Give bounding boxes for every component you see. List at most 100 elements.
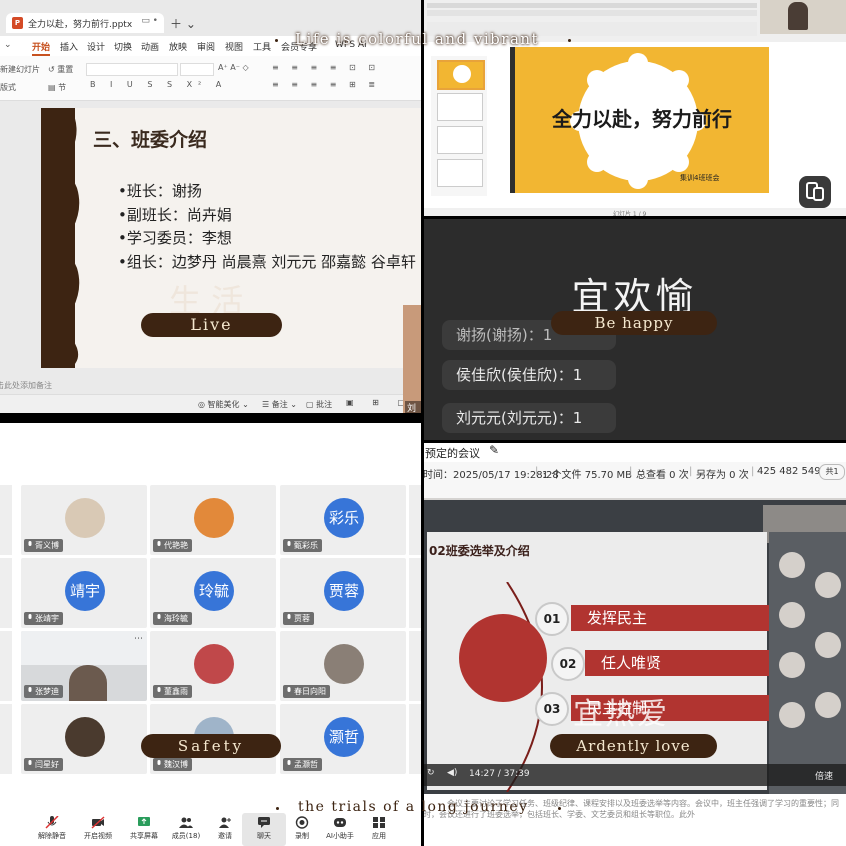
ai-assistant-icon bbox=[334, 818, 346, 827]
align-format-icons[interactable]: ≡ ≡ ≡ ≡ ⊞ ≣ bbox=[272, 80, 380, 89]
participant-tile[interactable]: 彩乐 甄彩乐 bbox=[280, 485, 406, 555]
participant-label: 张梦迪 bbox=[24, 685, 63, 698]
meeting-window: 胥义博 代艳艳 彩乐 甄彩乐 靖宇 张靖宇 玲毓 海玲毓 贾蓉 贾蓉 ⋯ 张梦迪 bbox=[0, 423, 423, 846]
toolbar-label: AI小助手 bbox=[326, 832, 354, 840]
menu-home[interactable]: 开始 bbox=[32, 40, 51, 56]
slide-item-text: 任人唯贤 bbox=[601, 654, 662, 672]
recording-id: 425 482 549 bbox=[757, 466, 821, 477]
collage-footer: the trials of a long journey bbox=[298, 799, 529, 815]
tile-edge bbox=[409, 631, 421, 701]
person-silhouette bbox=[69, 665, 107, 701]
unmute-button[interactable]: 解除静音 bbox=[30, 813, 74, 846]
menu-animation[interactable]: 动画 bbox=[141, 40, 159, 53]
speed-button[interactable]: 倍速 bbox=[815, 769, 833, 782]
list-format-icons[interactable]: ≡ ≡ ≡ ≡ ⊡ ⊡ bbox=[272, 63, 380, 72]
avatar: 玲毓 bbox=[194, 571, 234, 611]
recording-views: 总查看 0 次 bbox=[636, 470, 689, 481]
tile-edge bbox=[0, 558, 12, 628]
thumbnail-slide-1[interactable] bbox=[437, 60, 485, 90]
participant-grid: 胥义博 代艳艳 彩乐 甄彩乐 靖宇 张靖宇 玲毓 海玲毓 贾蓉 贾蓉 ⋯ 张梦迪 bbox=[0, 485, 423, 775]
menu-slideshow[interactable]: 放映 bbox=[169, 40, 187, 53]
members-button[interactable]: 成员(18) bbox=[164, 813, 208, 846]
slide-wave-edge bbox=[71, 108, 80, 368]
collage-divider bbox=[423, 440, 846, 443]
playback-time: 14:27 / 37:39 bbox=[469, 769, 530, 779]
participant-name: 魏汉博 bbox=[164, 760, 188, 769]
participant-label: 春日向阳 bbox=[283, 685, 330, 698]
tile-edge bbox=[0, 704, 12, 774]
comments-button[interactable]: ▢ 批注 bbox=[306, 399, 332, 410]
thumbnail-slide-4[interactable] bbox=[437, 159, 483, 187]
section-label: 节 bbox=[58, 83, 67, 92]
toolbar-label: 邀请 bbox=[218, 832, 232, 840]
participant-tile[interactable]: 董鑫雨 bbox=[150, 631, 276, 701]
participant-tile[interactable]: 贾蓉 贾蓉 bbox=[280, 558, 406, 628]
more-options-icon[interactable]: ⋯ bbox=[134, 634, 143, 644]
new-slide-button[interactable]: 新建幻灯片 bbox=[0, 64, 40, 75]
participant-tile[interactable]: 玲毓 海玲毓 bbox=[150, 558, 276, 628]
be-happy-pill: Be happy bbox=[551, 311, 717, 335]
tile-edge bbox=[409, 558, 421, 628]
notes-button[interactable]: ☰ 备注 ⌄ bbox=[262, 399, 297, 410]
font-name-select[interactable] bbox=[86, 63, 178, 76]
mic-muted-icon bbox=[157, 541, 161, 546]
share-screen-button[interactable]: 共享屏幕 bbox=[122, 813, 166, 846]
notes-placeholder[interactable]: 单击此处添加备注 bbox=[0, 380, 400, 394]
tile-edge bbox=[409, 704, 421, 774]
tab-close-icon[interactable]: ▭ • bbox=[141, 16, 158, 26]
participant-label: 甄彩乐 bbox=[283, 539, 322, 552]
participant-sidebar bbox=[769, 532, 846, 794]
wps-slide[interactable]: 全力以赴，努力前行 集训4班班会 bbox=[510, 47, 769, 193]
reset-label: 重置 bbox=[57, 65, 74, 74]
font-size-select[interactable] bbox=[180, 63, 214, 76]
menu-view[interactable]: 视图 bbox=[225, 40, 243, 53]
mic-muted-icon bbox=[287, 614, 291, 619]
toolbar-label: 录制 bbox=[295, 832, 309, 840]
new-tab-icon[interactable]: ＋ ⌄ bbox=[170, 15, 196, 32]
menu-insert[interactable]: 插入 bbox=[60, 40, 78, 53]
tile-edge bbox=[0, 631, 12, 701]
layout-button[interactable]: 版式 bbox=[0, 82, 16, 93]
floating-tool-button[interactable] bbox=[799, 176, 831, 208]
menu-review[interactable]: 审阅 bbox=[197, 40, 215, 53]
participant-tile[interactable]: 靖宇 张靖宇 bbox=[21, 558, 147, 628]
toolbar-label: 成员(18) bbox=[171, 832, 201, 840]
participant-tile[interactable]: 灏哲 孟灏哲 bbox=[280, 704, 406, 774]
ai-assistant-button[interactable]: AI小助手 bbox=[318, 813, 362, 846]
menu-tools[interactable]: 工具 bbox=[253, 40, 271, 53]
edit-icon[interactable]: ✎ bbox=[489, 443, 499, 457]
start-video-button[interactable]: 开启视频 bbox=[76, 813, 120, 846]
replay-icon[interactable]: ↻ bbox=[427, 768, 435, 778]
menu-transition[interactable]: 切换 bbox=[114, 40, 132, 53]
slide[interactable]: 三、班委介绍 生 活 •班长：谢扬 •副班长：尚卉娟 •学习委员：李想 •组长：… bbox=[41, 108, 423, 368]
participant-video-edge bbox=[403, 305, 423, 413]
chat-icon bbox=[258, 817, 270, 828]
volume-icon[interactable]: ◀) bbox=[447, 768, 457, 778]
apps-button[interactable]: 应用 bbox=[357, 813, 401, 846]
participant-label: 代艳艳 bbox=[153, 539, 192, 552]
participant-name: 贾蓉 bbox=[294, 614, 310, 623]
slide-thumbnails bbox=[431, 56, 487, 196]
participant-tile[interactable]: 闫星好 bbox=[21, 704, 147, 774]
participant-tile[interactable]: 代艳艳 bbox=[150, 485, 276, 555]
message-panel: 谢扬(谢扬)：1 侯佳欣(侯佳欣)：1 刘元元(刘元元)：1 宜欢愉 Be ha… bbox=[423, 218, 846, 442]
participant-tile[interactable]: 春日向阳 bbox=[280, 631, 406, 701]
file-tab[interactable]: P 全力以赴，努力前行.pptx ▭ • bbox=[6, 13, 164, 33]
reset-button[interactable]: ↺ 重置 bbox=[48, 64, 73, 75]
menu-toggle-icon[interactable]: ⌄ bbox=[4, 40, 12, 50]
shared-count-button[interactable]: 共1 bbox=[819, 464, 845, 480]
beautify-button[interactable]: ◎ 智能美化 ⌄ bbox=[198, 399, 249, 410]
font-size-controls-icon[interactable]: A⁺ A⁻ ◇ bbox=[218, 63, 249, 72]
participant-label: 张靖宇 bbox=[24, 612, 63, 625]
section-button[interactable]: ▤ 节 bbox=[48, 82, 66, 93]
text-format-icons[interactable]: B I U S S X² A bbox=[90, 80, 227, 89]
thumbnail-slide-2[interactable] bbox=[437, 93, 483, 121]
menu-design[interactable]: 设计 bbox=[87, 40, 105, 53]
slide-item-1: 发挥民主 bbox=[571, 605, 783, 631]
thumbnail-slide-3[interactable] bbox=[437, 126, 483, 154]
participant-tile[interactable]: 胥义博 bbox=[21, 485, 147, 555]
participant-video-tile[interactable]: ⋯ 张梦迪 bbox=[21, 631, 147, 701]
mic-muted-icon bbox=[287, 760, 291, 765]
invite-button[interactable]: 邀请 bbox=[203, 813, 247, 846]
ardently-love-pill: Ardently love bbox=[550, 734, 717, 758]
